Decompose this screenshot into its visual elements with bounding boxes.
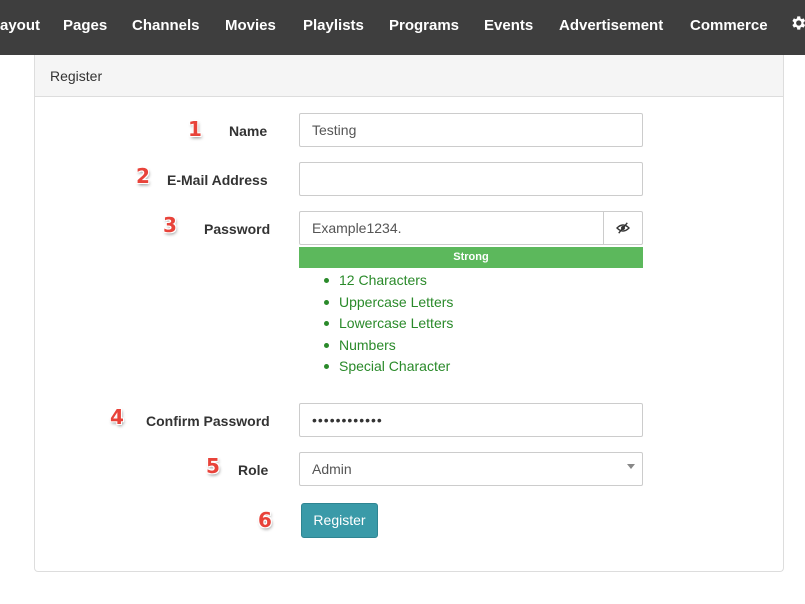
role-select[interactable]: Admin <box>299 452 643 486</box>
requirement-uppercase: Uppercase Letters <box>323 292 453 314</box>
nav-item-events[interactable]: Events <box>484 17 533 34</box>
gear-icon[interactable] <box>789 14 805 34</box>
nav-item-advertisement[interactable]: Advertisement <box>559 17 663 34</box>
role-select-value: Admin <box>312 461 352 477</box>
email-input[interactable] <box>299 162 643 196</box>
nav-item-pages[interactable]: Pages <box>63 17 107 34</box>
step-number-3: 3 <box>163 213 177 237</box>
chevron-down-icon <box>627 464 635 469</box>
step-number-1: 1 <box>188 117 202 141</box>
step-number-5: 5 <box>206 454 220 478</box>
panel-heading: Register <box>35 55 783 97</box>
register-button[interactable]: Register <box>301 503 378 538</box>
panel-title: Register <box>50 68 103 84</box>
nav-item-commerce[interactable]: Commerce <box>690 17 768 34</box>
step-number-6: 6 <box>258 508 272 532</box>
confirm-password-label: Confirm Password <box>146 413 270 429</box>
nav-item-channels[interactable]: Channels <box>132 17 200 34</box>
nav-item-movies[interactable]: Movies <box>225 17 276 34</box>
password-input[interactable]: Example1234. <box>299 211 604 245</box>
role-label: Role <box>238 462 269 478</box>
requirement-numbers: Numbers <box>323 335 453 357</box>
nav-item-playlists[interactable]: Playlists <box>303 17 364 34</box>
requirement-special: Special Character <box>323 356 453 378</box>
top-navbar: ayout Pages Channels Movies Playlists Pr… <box>0 0 805 55</box>
nav-item-layout[interactable]: ayout <box>0 17 40 34</box>
eye-slash-icon <box>616 222 630 234</box>
password-strength-bar: Strong <box>299 247 643 268</box>
requirement-lowercase: Lowercase Letters <box>323 313 453 335</box>
requirement-length: 12 Characters <box>323 270 453 292</box>
step-number-2: 2 <box>136 164 150 188</box>
name-input[interactable]: Testing <box>299 113 643 147</box>
name-label: Name <box>229 123 268 139</box>
step-number-4: 4 <box>110 405 124 429</box>
email-label: E-Mail Address <box>167 172 268 188</box>
nav-item-programs[interactable]: Programs <box>389 17 459 34</box>
password-visibility-toggle[interactable] <box>603 211 643 245</box>
password-requirements-list: 12 Characters Uppercase Letters Lowercas… <box>323 270 453 378</box>
password-label: Password <box>204 221 271 237</box>
confirm-password-input[interactable]: •••••••••••• <box>299 403 643 437</box>
